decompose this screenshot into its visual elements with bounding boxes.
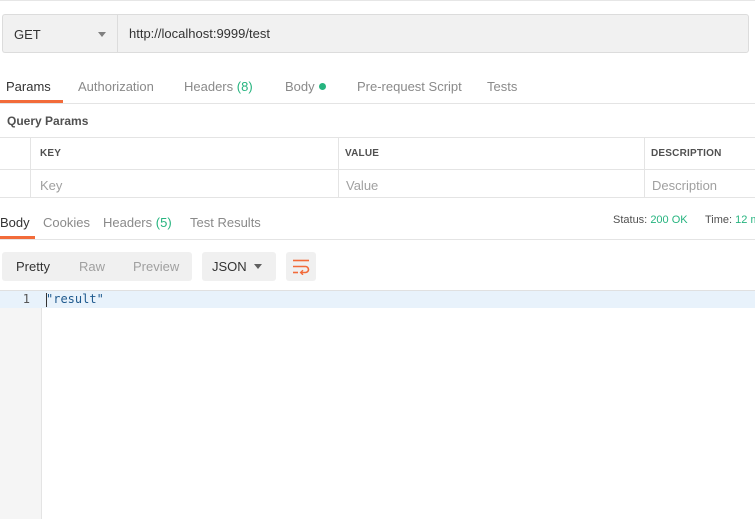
- method-label: GET: [14, 27, 41, 42]
- tab-response-headers[interactable]: Headers (5): [103, 215, 172, 230]
- tabs-divider: [0, 103, 755, 104]
- time-value: 12 ms: [735, 214, 755, 226]
- tab-tests-label: Tests: [487, 79, 518, 94]
- chevron-down-icon: [254, 264, 262, 269]
- table-column-divider: [644, 138, 645, 197]
- column-header-description: DESCRIPTION: [651, 148, 722, 159]
- tab-cookies[interactable]: Cookies: [43, 215, 90, 230]
- body-indicator-dot-icon: [318, 83, 326, 90]
- response-tabs-divider: [0, 239, 755, 240]
- code-line[interactable]: "result": [46, 292, 104, 306]
- time-label: Time:: [705, 214, 733, 226]
- tab-headers-label: Headers: [184, 79, 234, 94]
- status-value: 200 OK: [650, 214, 688, 226]
- column-header-value: VALUE: [345, 148, 380, 159]
- tab-pre-request-script-label: Pre-request Script: [357, 79, 462, 94]
- chevron-down-icon: [98, 32, 106, 37]
- wrap-lines-icon: [293, 259, 310, 275]
- tab-headers-count: (8): [236, 79, 253, 94]
- key-input[interactable]: Key: [40, 178, 62, 193]
- line-number-gutter: [0, 291, 42, 519]
- tab-body-label: Body: [285, 79, 315, 94]
- table-column-divider: [30, 138, 31, 197]
- response-editor[interactable]: 1 "result": [0, 290, 755, 519]
- request-bar: GET http://localhost:9999/test: [0, 0, 755, 65]
- line-number: 1: [22, 292, 30, 306]
- url-input[interactable]: http://localhost:9999/test: [117, 14, 749, 53]
- wrap-lines-button[interactable]: [286, 252, 316, 281]
- tab-params-label: Params: [6, 79, 51, 94]
- column-header-key: KEY: [40, 148, 62, 159]
- table-row-divider: [0, 169, 755, 170]
- preview-button[interactable]: Preview: [133, 259, 179, 274]
- tab-response-body[interactable]: Body: [0, 215, 30, 230]
- tab-response-body-label: Body: [0, 215, 30, 230]
- tab-response-headers-label: Headers: [103, 215, 153, 230]
- view-mode-group: Pretty Raw Preview: [2, 252, 192, 281]
- tab-tests[interactable]: Tests: [487, 79, 517, 94]
- value-input[interactable]: Value: [346, 178, 378, 193]
- format-label: JSON: [212, 259, 247, 274]
- tab-authorization[interactable]: Authorization: [78, 79, 154, 94]
- time-indicator: Time: 12 ms: [705, 214, 755, 226]
- tab-test-results[interactable]: Test Results: [190, 215, 261, 230]
- query-params-title: Query Params: [7, 114, 89, 128]
- status-indicator: Status: 200 OK: [613, 214, 688, 226]
- tab-headers[interactable]: Headers (8): [184, 79, 253, 94]
- method-select[interactable]: GET: [2, 14, 117, 53]
- tab-pre-request-script[interactable]: Pre-request Script: [357, 79, 462, 94]
- pretty-button[interactable]: Pretty: [16, 259, 50, 274]
- active-line-highlight: [0, 291, 755, 308]
- query-params-table: KEY VALUE DESCRIPTION Key Value Descript…: [0, 137, 755, 198]
- format-select[interactable]: JSON: [202, 252, 276, 281]
- tab-body[interactable]: Body: [285, 79, 326, 94]
- tab-response-headers-count: (5): [155, 215, 172, 230]
- table-column-divider: [338, 138, 339, 197]
- status-label: Status:: [613, 214, 648, 226]
- tab-cookies-label: Cookies: [43, 215, 90, 230]
- description-input[interactable]: Description: [652, 178, 717, 193]
- raw-button[interactable]: Raw: [79, 259, 105, 274]
- tab-params[interactable]: Params: [6, 79, 51, 94]
- tab-authorization-label: Authorization: [78, 79, 154, 94]
- tab-test-results-label: Test Results: [190, 215, 261, 230]
